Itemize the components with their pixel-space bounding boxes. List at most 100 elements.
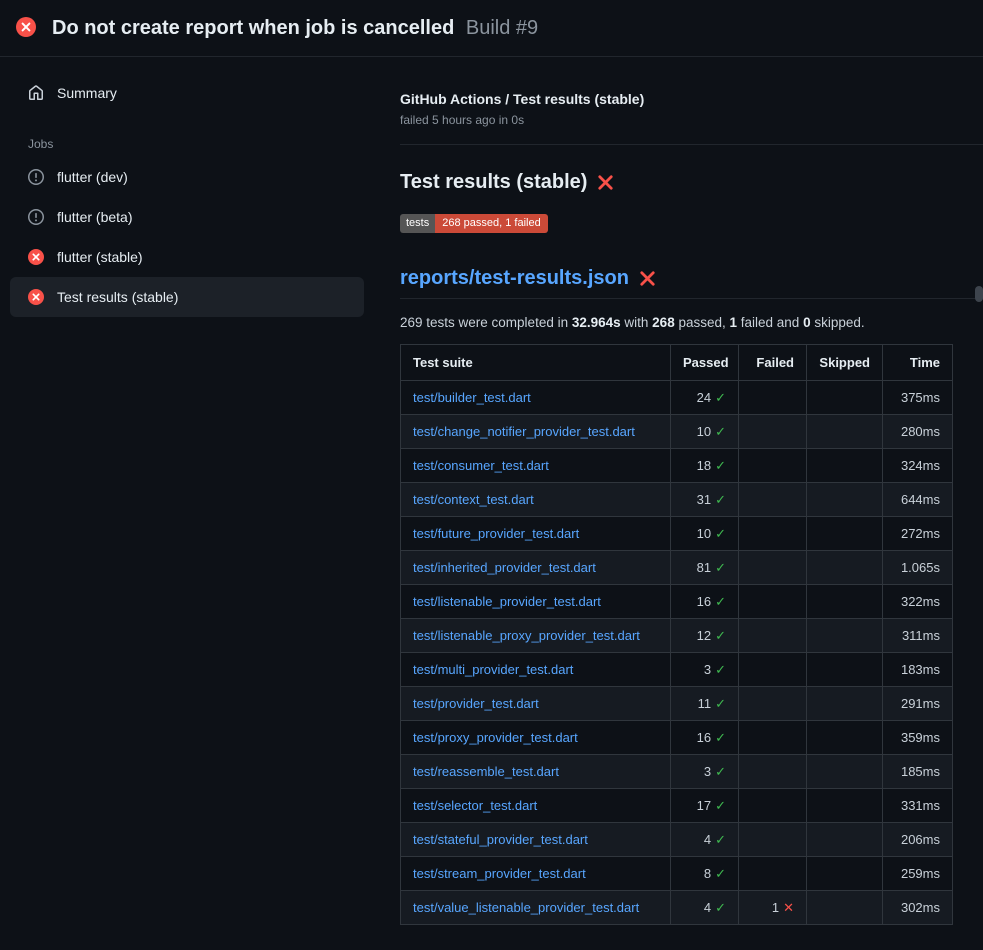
breadcrumb: GitHub Actions / Test results (stable) bbox=[400, 91, 983, 107]
failed-cell: 1✕ bbox=[739, 891, 807, 925]
failed-x-icon bbox=[597, 174, 614, 191]
skipped-cell bbox=[807, 891, 883, 925]
time-cell: 359ms bbox=[883, 721, 953, 755]
test-suite-link[interactable]: test/proxy_provider_test.dart bbox=[413, 730, 578, 745]
test-suite-link[interactable]: test/builder_test.dart bbox=[413, 390, 531, 405]
summary-line: 269 tests were completed in 32.964s with… bbox=[400, 315, 983, 330]
passed-count: 10 bbox=[697, 526, 711, 541]
test-suite-link[interactable]: test/change_notifier_provider_test.dart bbox=[413, 424, 635, 439]
run-name: Do not create report when job is cancell… bbox=[52, 17, 454, 39]
column-header-failed: Failed bbox=[739, 345, 807, 381]
failed-status-icon bbox=[16, 17, 36, 40]
test-suite-link[interactable]: test/multi_provider_test.dart bbox=[413, 662, 573, 677]
time-cell: 280ms bbox=[883, 415, 953, 449]
check-icon: ✓ bbox=[715, 560, 726, 575]
check-icon: ✓ bbox=[715, 764, 726, 779]
test-suite-link[interactable]: test/context_test.dart bbox=[413, 492, 534, 507]
test-suite-link[interactable]: test/future_provider_test.dart bbox=[413, 526, 579, 541]
check-icon: ✓ bbox=[715, 798, 726, 813]
sidebar-item-label: flutter (dev) bbox=[57, 169, 128, 185]
test-suite-link[interactable]: test/stateful_provider_test.dart bbox=[413, 832, 588, 847]
test-suite-link[interactable]: test/reassemble_test.dart bbox=[413, 764, 559, 779]
scrollbar-thumb[interactable] bbox=[975, 286, 983, 302]
test-suite-link[interactable]: test/selector_test.dart bbox=[413, 798, 537, 813]
passed-count: 24 bbox=[697, 390, 711, 405]
sidebar-item-flutter-stable[interactable]: flutter (stable) bbox=[10, 237, 364, 277]
time-cell: 272ms bbox=[883, 517, 953, 551]
time-value: 375ms bbox=[901, 390, 940, 405]
time-cell: 291ms bbox=[883, 687, 953, 721]
test-suite-link[interactable]: test/consumer_test.dart bbox=[413, 458, 549, 473]
passed-count: 11 bbox=[698, 696, 712, 711]
table-row: test/future_provider_test.dart10✓272ms bbox=[401, 517, 953, 551]
table-row: test/reassemble_test.dart 3 ✓ 185ms bbox=[401, 755, 953, 789]
divider bbox=[400, 144, 983, 145]
passed-cell: 12 ✓ bbox=[671, 619, 739, 653]
summary-text: with bbox=[621, 315, 653, 330]
failed-cell bbox=[739, 687, 807, 721]
passed-cell: 4✓ bbox=[671, 891, 739, 925]
check-icon: ✓ bbox=[715, 696, 726, 711]
test-suite-link[interactable]: test/listenable_provider_test.dart bbox=[413, 594, 601, 609]
time-cell: 185ms bbox=[883, 755, 953, 789]
sidebar-item-flutter-dev[interactable]: flutter (dev) bbox=[10, 157, 364, 197]
time-value: 183ms bbox=[901, 662, 940, 677]
test-suite-link[interactable]: test/inherited_provider_test.dart bbox=[413, 560, 596, 575]
check-icon: ✓ bbox=[715, 662, 726, 677]
test-suite-cell: test/context_test.dart bbox=[401, 483, 671, 517]
failed-cell bbox=[739, 619, 807, 653]
column-header-passed: Passed bbox=[671, 345, 739, 381]
table-row: test/proxy_provider_test.dart16✓359ms bbox=[401, 721, 953, 755]
time-cell: 259ms bbox=[883, 857, 953, 891]
check-icon: ✓ bbox=[715, 900, 726, 915]
time-cell: 183ms bbox=[883, 653, 953, 687]
test-suite-cell: test/inherited_provider_test.dart bbox=[401, 551, 671, 585]
home-icon bbox=[28, 85, 44, 101]
sidebar-item-test-results-stable[interactable]: Test results (stable) bbox=[10, 277, 364, 317]
sidebar-item-label: Test results (stable) bbox=[57, 289, 178, 305]
failed-cell bbox=[739, 483, 807, 517]
sidebar-item-summary[interactable]: Summary bbox=[10, 73, 364, 113]
passed-count: 12 bbox=[697, 628, 711, 643]
table-row: test/consumer_test.dart 18✓ 324ms bbox=[401, 449, 953, 483]
passed-cell: 31✓ bbox=[671, 483, 739, 517]
time-value: 324ms bbox=[901, 458, 940, 473]
passed-count: 3 bbox=[704, 662, 711, 677]
time-value: 311ms bbox=[902, 628, 940, 643]
passed-count: 18 bbox=[697, 458, 711, 473]
failed-cell bbox=[739, 857, 807, 891]
passed-count: 4 bbox=[704, 900, 711, 915]
report-link[interactable]: reports/test-results.json bbox=[400, 267, 629, 290]
table-header-row: Test suitePassedFailedSkippedTime bbox=[401, 345, 953, 381]
check-icon: ✓ bbox=[715, 628, 726, 643]
passed-count: 3 bbox=[704, 764, 711, 779]
test-suite-link[interactable]: test/value_listenable_provider_test.dart bbox=[413, 900, 639, 915]
badge-label: tests bbox=[400, 214, 435, 233]
sidebar-item-flutter-beta[interactable]: flutter (beta) bbox=[10, 197, 364, 237]
time-value: 1.065s bbox=[901, 560, 940, 575]
skipped-cell bbox=[807, 755, 883, 789]
test-suite-link[interactable]: test/listenable_proxy_provider_test.dart bbox=[413, 628, 640, 643]
table-row: test/provider_test.dart 11✓ 291ms bbox=[401, 687, 953, 721]
test-suite-cell: test/consumer_test.dart bbox=[401, 449, 671, 483]
failed-cell bbox=[739, 653, 807, 687]
failed-cell bbox=[739, 381, 807, 415]
tests-badge: tests 268 passed, 1 failed bbox=[400, 214, 548, 233]
table-row: test/context_test.dart 31✓ 644ms bbox=[401, 483, 953, 517]
passed-count: 31 bbox=[697, 492, 711, 507]
time-value: 644ms bbox=[901, 492, 940, 507]
section-title-text: Test results (stable) bbox=[400, 171, 587, 194]
page-title: Do not create report when job is cancell… bbox=[52, 17, 538, 40]
failed-cell bbox=[739, 755, 807, 789]
passed-cell: 18✓ bbox=[671, 449, 739, 483]
badge-value: 268 passed, 1 failed bbox=[435, 214, 547, 233]
summary-text: 269 tests were completed in bbox=[400, 315, 572, 330]
failed-cell bbox=[739, 415, 807, 449]
test-suite-cell: test/listenable_proxy_provider_test.dart bbox=[401, 619, 671, 653]
test-suite-link[interactable]: test/stream_provider_test.dart bbox=[413, 866, 586, 881]
passed-count: 8 bbox=[704, 866, 711, 881]
failed-cell bbox=[739, 789, 807, 823]
skipped-cell bbox=[807, 857, 883, 891]
test-suite-link[interactable]: test/provider_test.dart bbox=[413, 696, 539, 711]
test-suite-cell: test/reassemble_test.dart bbox=[401, 755, 671, 789]
